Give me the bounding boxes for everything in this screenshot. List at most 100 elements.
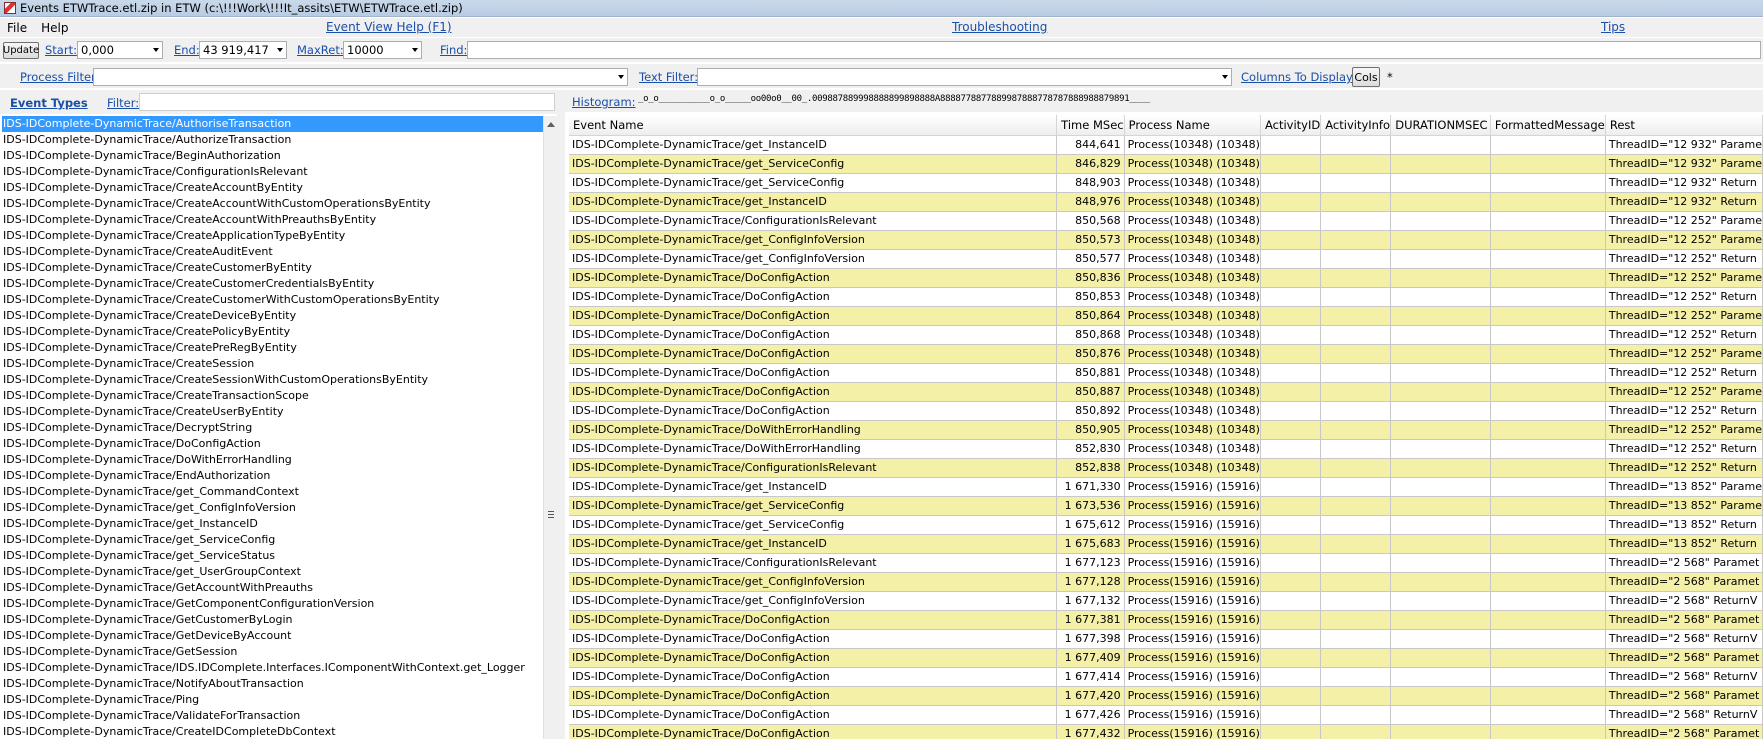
panel-splitter[interactable]	[557, 90, 565, 739]
event-type-item[interactable]: IDS-IDComplete-DynamicTrace/DecryptStrin…	[2, 420, 543, 436]
table-row[interactable]: IDS-IDComplete-DynamicTrace/get_ConfigIn…	[569, 230, 1763, 250]
table-row[interactable]: IDS-IDComplete-DynamicTrace/get_ConfigIn…	[569, 249, 1763, 269]
column-header[interactable]: Event Name	[569, 115, 1058, 136]
maxret-combo[interactable]: 10000	[343, 41, 422, 59]
table-row[interactable]: IDS-IDComplete-DynamicTrace/get_Instance…	[569, 534, 1763, 554]
columns-input[interactable]: *	[1383, 68, 1761, 86]
events-grid[interactable]: Event Name Time MSec Process Name ActivityI…	[569, 115, 1763, 739]
table-row[interactable]: IDS-IDComplete-DynamicTrace/DoConfigActi…	[569, 724, 1763, 739]
process-filter-label[interactable]: Process Filter:	[20, 70, 99, 84]
histogram-label[interactable]: Histogram:	[572, 95, 636, 109]
event-type-item[interactable]: IDS-IDComplete-DynamicTrace/get_ServiceC…	[2, 532, 543, 548]
table-row[interactable]: IDS-IDComplete-DynamicTrace/DoConfigActi…	[569, 401, 1763, 421]
column-header[interactable]: DURATIONMSEC	[1390, 115, 1491, 136]
event-type-item[interactable]: IDS-IDComplete-DynamicTrace/GetComponent…	[2, 596, 543, 612]
event-type-item[interactable]: IDS-IDComplete-DynamicTrace/BeginAuthori…	[2, 148, 543, 164]
event-type-item[interactable]: IDS-IDComplete-DynamicTrace/NotifyAboutT…	[2, 676, 543, 692]
column-header[interactable]: Process Name	[1124, 115, 1261, 136]
event-type-item[interactable]: IDS-IDComplete-DynamicTrace/CreatePolicy…	[2, 324, 543, 340]
event-view-help-link[interactable]: Event View Help (F1)	[326, 20, 452, 34]
start-combo[interactable]: 0,000	[77, 41, 163, 59]
end-label[interactable]: End:	[174, 43, 200, 57]
scroll-grip-icon[interactable]	[548, 511, 554, 518]
event-type-item[interactable]: IDS-IDComplete-DynamicTrace/CreateAuditE…	[2, 244, 543, 260]
event-type-item[interactable]: IDS-IDComplete-DynamicTrace/get_CommandC…	[2, 484, 543, 500]
table-row[interactable]: IDS-IDComplete-DynamicTrace/get_ConfigIn…	[569, 591, 1763, 611]
event-type-item[interactable]: IDS-IDComplete-DynamicTrace/GetAccountWi…	[2, 580, 543, 596]
event-type-item[interactable]: IDS-IDComplete-DynamicTrace/EndAuthoriza…	[2, 468, 543, 484]
table-row[interactable]: IDS-IDComplete-DynamicTrace/DoConfigActi…	[569, 344, 1763, 364]
columns-to-display-label[interactable]: Columns To Display:	[1241, 70, 1356, 84]
column-header[interactable]: Time MSec	[1056, 115, 1125, 136]
event-type-item[interactable]: IDS-IDComplete-DynamicTrace/CreateAccoun…	[2, 196, 543, 212]
event-type-item[interactable]: IDS-IDComplete-DynamicTrace/GetDeviceByA…	[2, 628, 543, 644]
menu-file[interactable]: File	[0, 21, 34, 35]
table-row[interactable]: IDS-IDComplete-DynamicTrace/DoWithErrorH…	[569, 439, 1763, 459]
event-type-item[interactable]: IDS-IDComplete-DynamicTrace/Configuratio…	[2, 164, 543, 180]
table-row[interactable]: IDS-IDComplete-DynamicTrace/DoConfigActi…	[569, 667, 1763, 687]
event-type-item[interactable]: IDS-IDComplete-DynamicTrace/IDS.IDComple…	[2, 660, 543, 676]
chevron-down-icon[interactable]	[1222, 75, 1228, 79]
table-row[interactable]: IDS-IDComplete-DynamicTrace/DoConfigActi…	[569, 610, 1763, 630]
table-row[interactable]: IDS-IDComplete-DynamicTrace/DoConfigActi…	[569, 705, 1763, 725]
end-combo[interactable]: 43 919,417	[199, 41, 287, 59]
troubleshooting-link[interactable]: Troubleshooting	[952, 20, 1047, 34]
event-type-item[interactable]: IDS-IDComplete-DynamicTrace/CreateSessio…	[2, 356, 543, 372]
event-type-item[interactable]: IDS-IDComplete-DynamicTrace/CreateCustom…	[2, 260, 543, 276]
event-type-item[interactable]: IDS-IDComplete-DynamicTrace/CreateTransa…	[2, 388, 543, 404]
table-row[interactable]: IDS-IDComplete-DynamicTrace/DoConfigActi…	[569, 648, 1763, 668]
text-filter-label[interactable]: Text Filter:	[639, 70, 698, 84]
table-row[interactable]: IDS-IDComplete-DynamicTrace/DoConfigActi…	[569, 268, 1763, 288]
table-row[interactable]: IDS-IDComplete-DynamicTrace/DoWithErrorH…	[569, 420, 1763, 440]
table-row[interactable]: IDS-IDComplete-DynamicTrace/get_Instance…	[569, 477, 1763, 497]
event-type-item[interactable]: IDS-IDComplete-DynamicTrace/CreateCustom…	[2, 276, 543, 292]
chevron-down-icon[interactable]	[412, 48, 418, 52]
event-type-item[interactable]: IDS-IDComplete-DynamicTrace/DoWithErrorH…	[2, 452, 543, 468]
chevron-down-icon[interactable]	[618, 75, 624, 79]
column-header[interactable]: Rest	[1605, 115, 1763, 136]
event-type-item[interactable]: IDS-IDComplete-DynamicTrace/get_UserGrou…	[2, 564, 543, 580]
event-type-item[interactable]: IDS-IDComplete-DynamicTrace/GetSession	[2, 644, 543, 660]
event-type-item[interactable]: IDS-IDComplete-DynamicTrace/CreateDevice…	[2, 308, 543, 324]
update-button[interactable]: Update	[3, 42, 39, 59]
event-type-item[interactable]: IDS-IDComplete-DynamicTrace/CreateAccoun…	[2, 180, 543, 196]
table-row[interactable]: IDS-IDComplete-DynamicTrace/DoConfigActi…	[569, 629, 1763, 649]
event-types-label[interactable]: Event Types	[10, 96, 88, 110]
event-type-item[interactable]: IDS-IDComplete-DynamicTrace/CreateCustom…	[2, 292, 543, 308]
event-type-item[interactable]: IDS-IDComplete-DynamicTrace/CreateIDComp…	[2, 724, 543, 739]
event-type-item[interactable]: IDS-IDComplete-DynamicTrace/DoConfigActi…	[2, 436, 543, 452]
table-row[interactable]: IDS-IDComplete-DynamicTrace/get_Instance…	[569, 135, 1763, 155]
menu-help[interactable]: Help	[34, 21, 75, 35]
start-label[interactable]: Start:	[45, 43, 77, 57]
column-header[interactable]: ActivityID	[1260, 115, 1322, 136]
event-type-item[interactable]: IDS-IDComplete-DynamicTrace/ValidateForT…	[2, 708, 543, 724]
table-row[interactable]: IDS-IDComplete-DynamicTrace/Configuratio…	[569, 458, 1763, 478]
event-filter-input[interactable]	[139, 93, 555, 111]
event-types-scrollbar[interactable]	[543, 116, 557, 739]
table-row[interactable]: IDS-IDComplete-DynamicTrace/DoConfigActi…	[569, 325, 1763, 345]
event-type-item[interactable]: IDS-IDComplete-DynamicTrace/CreateUserBy…	[2, 404, 543, 420]
table-row[interactable]: IDS-IDComplete-DynamicTrace/DoConfigActi…	[569, 686, 1763, 706]
table-row[interactable]: IDS-IDComplete-DynamicTrace/get_ServiceC…	[569, 515, 1763, 535]
chevron-down-icon[interactable]	[277, 48, 283, 52]
table-row[interactable]: IDS-IDComplete-DynamicTrace/Configuratio…	[569, 553, 1763, 573]
table-row[interactable]: IDS-IDComplete-DynamicTrace/DoConfigActi…	[569, 287, 1763, 307]
table-row[interactable]: IDS-IDComplete-DynamicTrace/DoConfigActi…	[569, 382, 1763, 402]
event-type-item[interactable]: IDS-IDComplete-DynamicTrace/Ping	[2, 692, 543, 708]
event-filter-label[interactable]: Filter:	[107, 96, 139, 110]
table-row[interactable]: IDS-IDComplete-DynamicTrace/DoConfigActi…	[569, 363, 1763, 383]
event-type-item[interactable]: IDS-IDComplete-DynamicTrace/AuthoriseTra…	[2, 116, 543, 132]
event-types-list[interactable]: IDS-IDComplete-DynamicTrace/AuthoriseTra…	[2, 116, 543, 739]
table-row[interactable]: IDS-IDComplete-DynamicTrace/Configuratio…	[569, 211, 1763, 231]
event-type-item[interactable]: IDS-IDComplete-DynamicTrace/get_Instance…	[2, 516, 543, 532]
event-type-item[interactable]: IDS-IDComplete-DynamicTrace/get_ConfigIn…	[2, 500, 543, 516]
event-type-item[interactable]: IDS-IDComplete-DynamicTrace/AuthorizeTra…	[2, 132, 543, 148]
chevron-down-icon[interactable]	[153, 48, 159, 52]
event-type-item[interactable]: IDS-IDComplete-DynamicTrace/CreateApplic…	[2, 228, 543, 244]
tips-link[interactable]: Tips	[1601, 20, 1625, 34]
table-row[interactable]: IDS-IDComplete-DynamicTrace/get_ServiceC…	[569, 173, 1763, 193]
find-label[interactable]: Find:	[440, 43, 467, 57]
table-row[interactable]: IDS-IDComplete-DynamicTrace/get_ServiceC…	[569, 496, 1763, 516]
event-type-item[interactable]: IDS-IDComplete-DynamicTrace/CreateAccoun…	[2, 212, 543, 228]
maxret-label[interactable]: MaxRet:	[297, 43, 344, 57]
